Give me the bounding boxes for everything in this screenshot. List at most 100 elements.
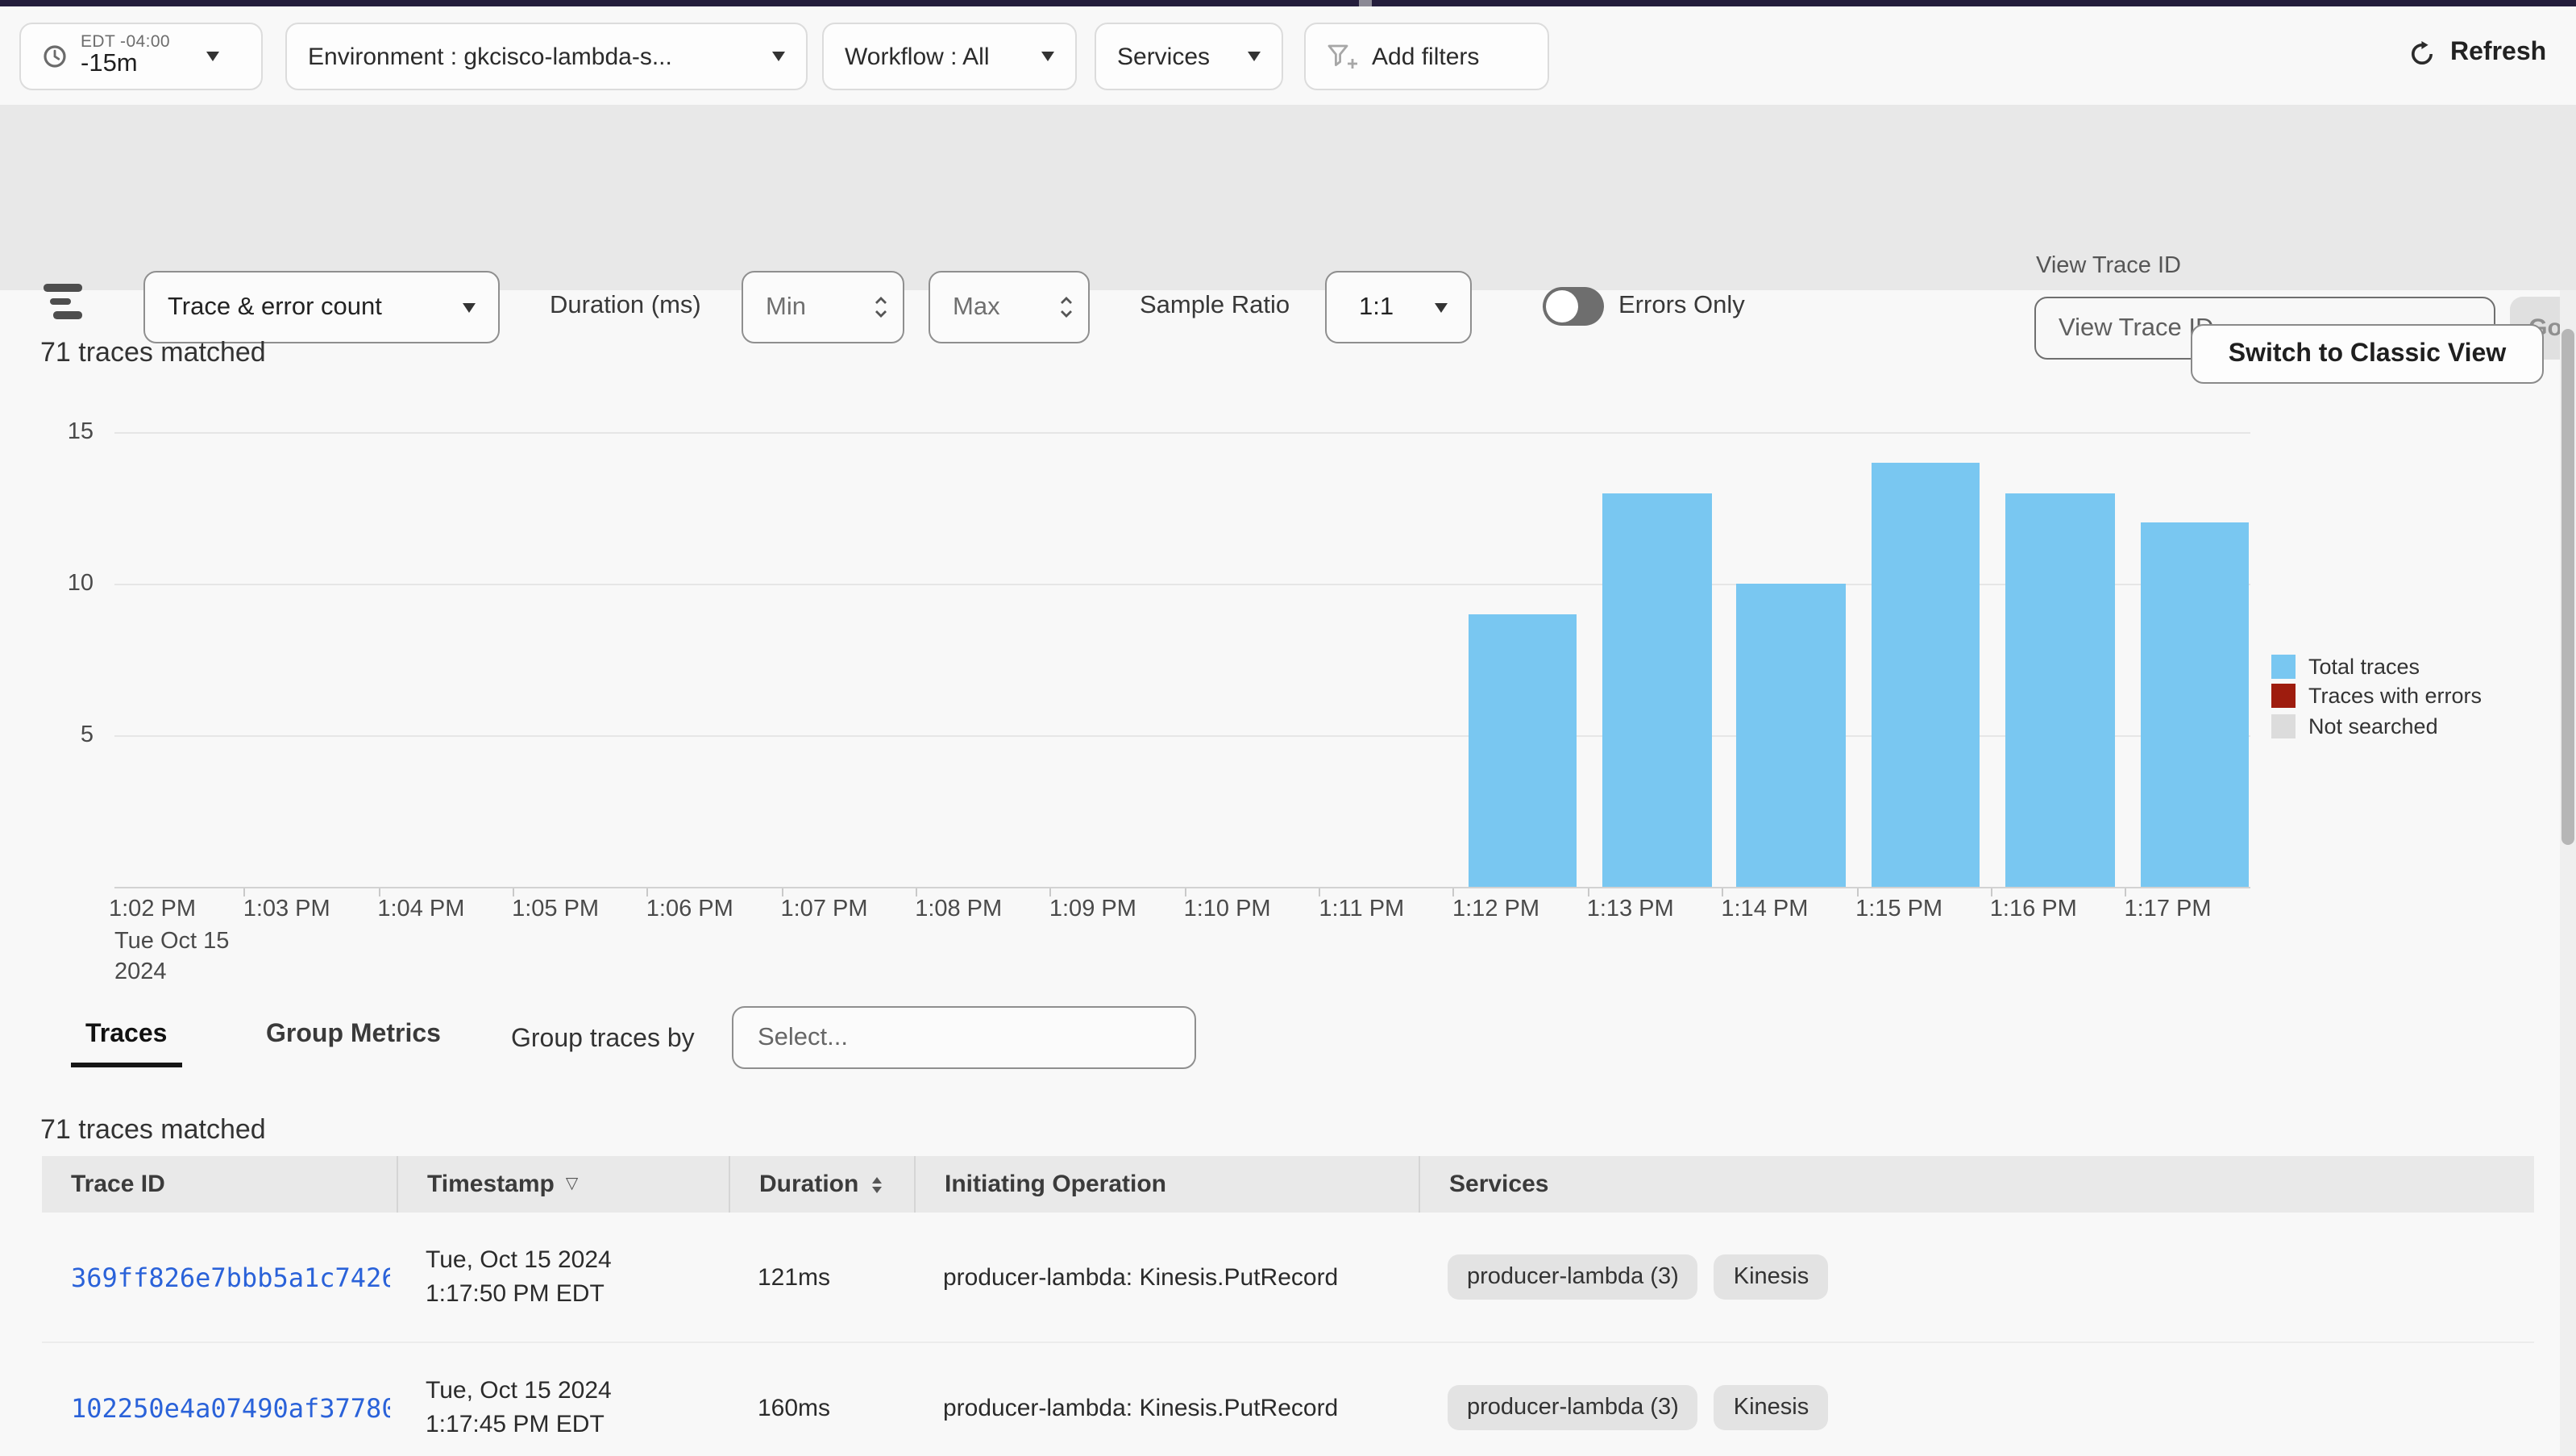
chart-bar-1-15-pm[interactable] [1872, 463, 1980, 887]
timestamp-date: Tue, Oct 15 2024 [426, 1243, 729, 1277]
refresh-button[interactable]: Refresh [2408, 39, 2546, 68]
stepper-icon[interactable] [1059, 293, 1074, 321]
legend-item-1[interactable]: Traces with errors [2271, 681, 2482, 711]
metric-selector-value: Trace & error count [168, 293, 382, 322]
cell-services: producer-lambda (3) Kinesis [1419, 1254, 2534, 1300]
x-axis-tick-label: 1:15 PM [1855, 896, 1942, 922]
x-axis-tick [1722, 888, 1723, 896]
x-axis-tick-label: 1:09 PM [1049, 896, 1136, 922]
tab-traces[interactable]: Traces [71, 1021, 181, 1067]
window-top-strip [0, 0, 2576, 6]
cell-services: producer-lambda (3)Kinesis [1419, 1385, 2534, 1430]
trace-table-header: Trace ID Timestamp▽ Duration Initiating … [42, 1156, 2534, 1213]
legend-item-0[interactable]: Total traces [2271, 651, 2482, 681]
x-axis-date-label: Tue Oct 15 2024 [114, 927, 229, 988]
x-axis-tick-label: 1:04 PM [377, 896, 464, 922]
legend-swatch-icon [2271, 655, 2296, 679]
x-axis-tick-label: 1:11 PM [1319, 896, 1404, 922]
timestamp-time: 1:17:45 PM EDT [426, 1408, 729, 1441]
duration-max-field-wrap [929, 271, 1090, 343]
chart-bar-1-14-pm[interactable] [1737, 584, 1846, 887]
table-row: 369ff826e7bbb5a1c7426 Tue, Oct 15 20241:1… [42, 1213, 2534, 1343]
add-filters-button[interactable]: Add filters [1304, 23, 1549, 90]
table-matched-count: 71 traces matched [40, 1114, 266, 1146]
column-header-services: Services [1419, 1156, 2534, 1213]
table-row: 102250e4a07490af37780Tue, Oct 15 20241:1… [42, 1343, 2534, 1456]
group-traces-by-select[interactable] [732, 1006, 1196, 1069]
column-header-duration[interactable]: Duration [729, 1156, 914, 1213]
x-axis-tick [244, 888, 246, 896]
chevron-down-icon [1041, 52, 1054, 61]
workflow-filter-button[interactable]: Workflow : All [822, 23, 1077, 90]
duration-max-input[interactable] [949, 291, 1056, 323]
x-axis-tick [1588, 888, 1589, 896]
trace-id-link[interactable]: 369ff826e7bbb5a1c7426 [71, 1262, 390, 1292]
clock-icon [42, 44, 68, 69]
refresh-label: Refresh [2450, 39, 2546, 68]
timestamp-time: 1:17:50 PM EDT [426, 1277, 729, 1311]
x-axis-tick-label: 1:08 PM [915, 896, 1002, 922]
x-axis-tick [1185, 888, 1186, 896]
timezone-label: EDT -04:00 [81, 35, 170, 52]
scrollbar-thumb[interactable] [2561, 329, 2574, 845]
stepper-icon[interactable] [874, 293, 888, 321]
time-range-button[interactable]: EDT -04:00 -15m [19, 23, 263, 90]
column-header-initiating-operation: Initiating Operation [914, 1156, 1419, 1213]
cell-timestamp: Tue, Oct 15 20241:17:45 PM EDT [397, 1374, 729, 1441]
add-filters-label: Add filters [1372, 43, 1479, 70]
chart-bar-1-12-pm[interactable] [1469, 614, 1577, 887]
time-range-value: EDT -04:00 -15m [81, 35, 170, 79]
service-badge: Kinesis [1714, 1254, 1829, 1300]
chevron-down-icon [1248, 52, 1261, 61]
errors-only-toggle[interactable] [1543, 287, 1604, 326]
x-axis-tick-label: 1:10 PM [1184, 896, 1271, 922]
chevron-down-icon [206, 52, 218, 61]
chart-bar-1-17-pm[interactable] [2140, 523, 2249, 887]
legend-label: Traces with errors [2308, 684, 2482, 709]
chart-bar-1-13-pm[interactable] [1602, 493, 1711, 887]
chevron-down-icon [772, 52, 785, 61]
errors-only-label: Errors Only [1618, 292, 1745, 321]
chart-gridline-15 [114, 432, 2250, 434]
traces-matched-count: 71 traces matched [40, 337, 266, 369]
x-axis-tick [2125, 888, 2126, 896]
x-axis-tick [1991, 888, 1992, 896]
vertical-scrollbar[interactable] [2560, 290, 2576, 1456]
chevron-down-icon [1435, 302, 1448, 312]
filter-plus-icon [1327, 44, 1359, 69]
legend-label: Total traces [2308, 655, 2420, 679]
cell-initiating-operation: producer-lambda: Kinesis.PutRecord [914, 1263, 1419, 1291]
time-window-label: -15m [81, 52, 138, 79]
service-badge: producer-lambda (3) [1448, 1254, 1698, 1300]
services-filter-button[interactable]: Services [1095, 23, 1283, 90]
duration-label: Duration (ms) [550, 292, 701, 321]
filter-list-icon[interactable] [44, 284, 85, 322]
metric-selector-dropdown[interactable]: Trace & error count [143, 271, 500, 343]
chevron-down-icon [463, 302, 476, 312]
x-axis-tick [1319, 888, 1320, 896]
legend-swatch-icon [2271, 714, 2296, 738]
environment-filter-button[interactable]: Environment : gkcisco-lambda-s... [285, 23, 808, 90]
window-top-strip-notch [1359, 0, 1372, 6]
x-axis-tick [513, 888, 514, 896]
tab-group-metrics[interactable]: Group Metrics [266, 1021, 441, 1067]
sort-both-icon [871, 1176, 881, 1192]
x-axis-tick-label: 1:05 PM [512, 896, 599, 922]
x-axis-tick-label: 1:16 PM [1990, 896, 2077, 922]
service-badge: Kinesis [1714, 1385, 1829, 1430]
x-axis-tick-label: 1:17 PM [2125, 896, 2212, 922]
chart-bar-1-16-pm[interactable] [2005, 493, 2114, 887]
switch-to-classic-view-button[interactable]: Switch to Classic View [2191, 324, 2544, 384]
sample-ratio-dropdown[interactable]: 1:1 [1325, 271, 1472, 343]
x-axis-tick [1050, 888, 1052, 896]
duration-min-input[interactable] [762, 291, 870, 323]
view-trace-id-label: View Trace ID [2036, 253, 2181, 279]
x-axis-tick [916, 888, 917, 896]
x-axis-tick-label: 1:14 PM [1721, 896, 1808, 922]
timestamp-date: Tue, Oct 15 2024 [426, 1374, 729, 1408]
trace-id-link[interactable]: 102250e4a07490af37780 [71, 1392, 390, 1423]
cell-trace-id: 102250e4a07490af37780 [42, 1392, 397, 1423]
sample-ratio-label: Sample Ratio [1140, 292, 1290, 321]
legend-item-2[interactable]: Not searched [2271, 711, 2482, 741]
column-header-timestamp[interactable]: Timestamp▽ [397, 1156, 729, 1213]
